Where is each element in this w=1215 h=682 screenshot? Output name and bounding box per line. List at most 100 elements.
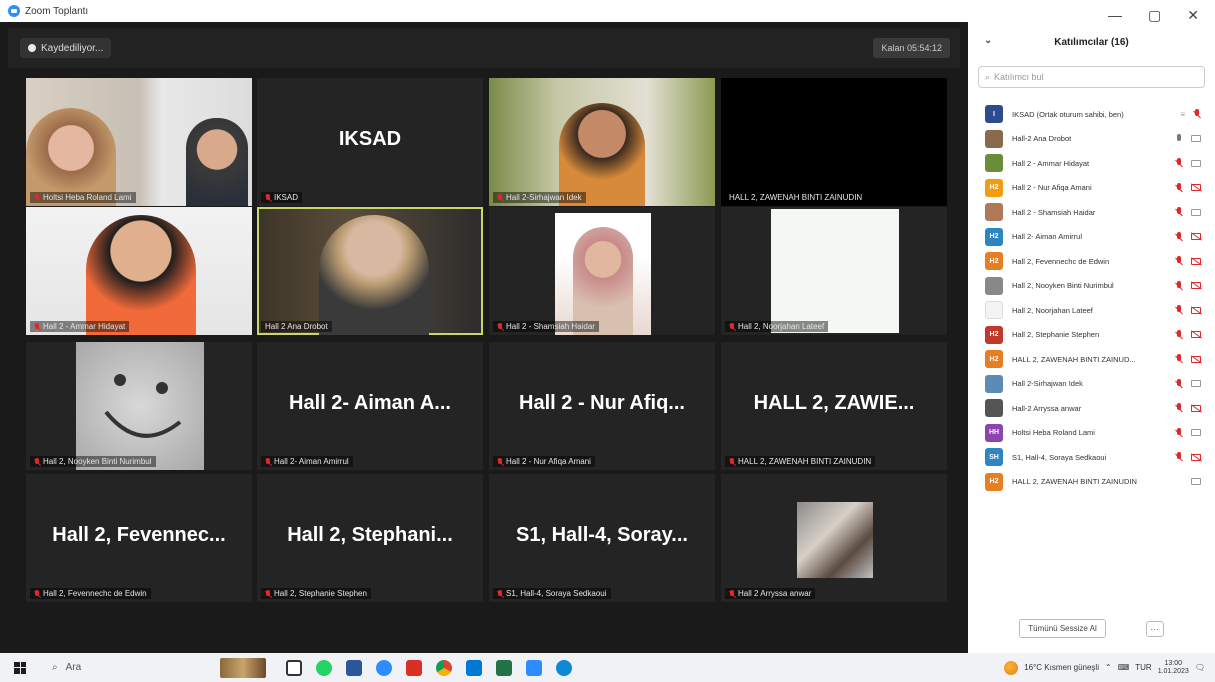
participant-row[interactable]: I IKSAD (Ortak oturum sahibi, ben) ≡	[968, 102, 1215, 127]
chrome-icon[interactable]	[436, 659, 452, 676]
start-button[interactable]	[0, 661, 40, 674]
participant-row[interactable]: H2 HALL 2, ZAWENAH BINTI ZAINUD...	[968, 347, 1215, 372]
pdf-icon[interactable]	[406, 659, 422, 676]
camera-icon	[1191, 429, 1201, 437]
more-options-button[interactable]: ···	[1145, 620, 1164, 637]
tile-name-text: Hall 2 Ana Drobot	[265, 322, 328, 331]
participant-name: Holtsi Heba Roland Lami	[1012, 428, 1095, 438]
tile-name-label: IKSAD	[261, 192, 303, 203]
keyboard-icon[interactable]: ⌨	[1118, 663, 1130, 672]
edge-icon[interactable]	[556, 659, 572, 676]
muted-mic-icon[interactable]	[1175, 256, 1183, 266]
word-icon[interactable]	[346, 659, 362, 676]
taskbar-search-label: Ara	[65, 662, 82, 673]
tile-name-text: Hall 2, Fevennechc de Edwin	[43, 589, 147, 598]
participant-status-icons	[1175, 354, 1201, 364]
participant-row[interactable]: Hall-2 Ana Drobot	[968, 127, 1215, 152]
participant-avatar: H2	[985, 325, 1003, 344]
muted-mic-icon[interactable]	[1175, 329, 1183, 340]
participant-row[interactable]: Hall 2-Sirhajwan Idek	[968, 372, 1215, 397]
video-tile[interactable]: Hall 2- Aiman A... Hall 2- Aiman Amirrul	[257, 342, 483, 470]
video-tile[interactable]: Hall 2 - Shamsiah Haidar	[489, 207, 715, 335]
zoom-taskbar-icon[interactable]	[526, 659, 542, 676]
participant-row[interactable]: Hall 2 - Shamsiah Haidar	[968, 200, 1215, 225]
muted-mic-icon[interactable]	[1175, 305, 1183, 315]
muted-mic-icon[interactable]	[1175, 231, 1183, 242]
search-icon: ⌕	[52, 662, 58, 673]
maximize-button[interactable]: ▢	[1148, 7, 1161, 24]
tile-name-label: S1, Hall-4, Soraya Sedkaoui	[493, 588, 611, 599]
video-tile[interactable]: Hall 2 Ana Drobot	[257, 207, 483, 335]
participant-status-icons	[1191, 478, 1201, 486]
participant-row[interactable]: Hall 2, Nooyken Binti Nurimbul	[968, 274, 1215, 299]
tile-name-label: Hall 2 - Nur Afiqa Amani	[493, 456, 595, 467]
muted-mic-icon	[265, 193, 271, 202]
chevron-down-icon[interactable]: ⌄	[984, 35, 992, 46]
muted-mic-icon[interactable]	[1193, 109, 1201, 119]
close-button[interactable]: ✕	[1187, 7, 1199, 24]
muted-mic-icon[interactable]	[1175, 403, 1183, 413]
participant-row[interactable]: H2 Hall 2 - Nur Afiqa Amani	[968, 176, 1215, 201]
clock[interactable]: 13:00 1.01.2023	[1158, 660, 1189, 675]
mute-all-button[interactable]: Tümünü Sessize Al	[1019, 619, 1106, 638]
search-highlight-image[interactable]	[220, 657, 266, 678]
participant-name: Hall 2, Nooyken Binti Nurimbul	[1012, 281, 1114, 291]
participant-row[interactable]: Hall-2 Arryssa anwar	[968, 396, 1215, 421]
video-tile[interactable]: Hall 2 - Ammar Hidayat	[26, 207, 252, 335]
camera-off-icon	[1191, 306, 1201, 314]
participant-avatar: HH	[985, 423, 1003, 442]
video-tile[interactable]: IKSAD IKSAD	[257, 78, 483, 206]
participant-name: Hall 2-Sirhajwan Idek	[1012, 379, 1083, 389]
participant-status-icons	[1175, 305, 1201, 315]
excel-icon[interactable]	[496, 659, 512, 676]
participant-row[interactable]: HH Holtsi Heba Roland Lami	[968, 421, 1215, 446]
video-tile[interactable]: Hall 2 Arryssa anwar	[721, 474, 947, 602]
video-tile[interactable]: Hall 2, Stephani... Hall 2, Stephanie Ste…	[257, 474, 483, 602]
participant-row[interactable]: SH S1, Hall-4, Soraya Sedkaoui	[968, 445, 1215, 470]
tile-name-label: Hall 2, Noorjahan Lateef	[725, 321, 829, 332]
stage-header: Kaydediliyor... Kalan 05:54:12	[8, 28, 960, 68]
recording-indicator[interactable]: Kaydediliyor...	[20, 38, 112, 58]
participant-search-input[interactable]: ⌕ Katılımcı bul	[978, 66, 1205, 88]
video-tile[interactable]: HALL 2, ZAWENAH BINTI ZAINUDIN	[721, 78, 947, 206]
video-tile[interactable]: HALL 2, ZAWIE... HALL 2, ZAWENAH BINTI ZA…	[721, 342, 947, 470]
notifications-icon[interactable]: 🗨	[1195, 663, 1205, 672]
muted-mic-icon[interactable]	[1175, 158, 1183, 168]
mic-icon[interactable]	[1175, 133, 1183, 144]
taskbar-apps	[286, 659, 572, 676]
muted-mic-icon[interactable]	[1175, 378, 1183, 389]
video-tile[interactable]: Hall 2, Noorjahan Lateef	[721, 207, 947, 335]
video-tile[interactable]: Hall 2, Fevennec... Hall 2, Fevennechc de…	[26, 474, 252, 602]
video-tile[interactable]: Hall 2, Nooyken Binti Nurimbul	[26, 342, 252, 470]
taskbar: ⌕ Ara 16°C Kısmen güneşli ⌃ ⌨ TUR 13:00 …	[0, 653, 1215, 682]
video-tile[interactable]: Hall 2-Sirhajwan Idek	[489, 78, 715, 206]
participant-row[interactable]: Hall 2 - Ammar Hidayat	[968, 151, 1215, 176]
minimize-button[interactable]: —	[1108, 7, 1122, 23]
participant-row[interactable]: H2 HALL 2, ZAWENAH BINTI ZAINUDIN	[968, 470, 1215, 495]
muted-mic-icon[interactable]	[1175, 354, 1183, 364]
muted-mic-icon[interactable]	[1175, 280, 1183, 291]
muted-mic-icon[interactable]	[1175, 452, 1183, 462]
video-tile[interactable]: S1, Hall-4, Soray... S1, Hall-4, Soraya S…	[489, 474, 715, 602]
chevron-up-icon[interactable]: ⌃	[1105, 663, 1112, 672]
participant-row[interactable]: Hall 2, Noorjahan Lateef	[968, 298, 1215, 323]
task-view-icon[interactable]	[286, 659, 302, 676]
participant-row[interactable]: H2 Hall 2, Stephanie Stephen	[968, 323, 1215, 348]
weather-label[interactable]: 16°C Kısmen güneşli	[1024, 663, 1099, 672]
muted-mic-icon[interactable]	[1175, 427, 1183, 438]
muted-mic-icon[interactable]	[1175, 207, 1183, 217]
telegram-icon[interactable]	[376, 659, 392, 676]
tile-name-text: Hall 2, Nooyken Binti Nurimbul	[43, 457, 152, 466]
taskbar-search[interactable]: ⌕ Ara	[40, 656, 190, 680]
whatsapp-icon[interactable]	[316, 659, 332, 676]
video-tile[interactable]: Hall 2 - Nur Afiq... Hall 2 - Nur Afiqa A…	[489, 342, 715, 470]
participant-row[interactable]: H2 Hall 2, Fevennechc de Edwin	[968, 249, 1215, 274]
muted-mic-icon[interactable]	[1175, 182, 1183, 193]
tile-name-label: Hall 2 - Ammar Hidayat	[30, 321, 130, 332]
store-icon[interactable]	[466, 659, 482, 676]
participant-row[interactable]: H2 Hall 2- Aiman Amirrul	[968, 225, 1215, 250]
language-label[interactable]: TUR	[1135, 663, 1151, 672]
clock-time: 13:00	[1164, 659, 1183, 667]
video-tile[interactable]: Holtsi Heba Roland Lami	[26, 78, 252, 206]
recording-label: Kaydediliyor...	[41, 42, 104, 54]
